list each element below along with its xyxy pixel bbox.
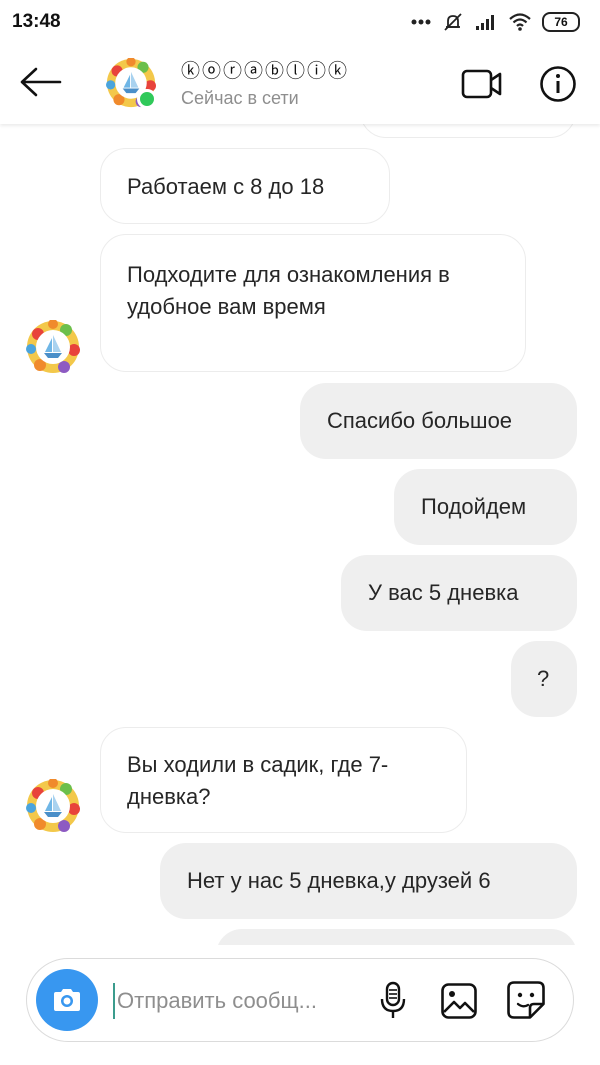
message-text: Подойдем — [421, 494, 527, 519]
back-arrow-icon — [20, 67, 62, 97]
battery-icon: 76 — [542, 12, 580, 32]
voice-message-button[interactable] — [373, 979, 413, 1023]
message-bubble-outgoing[interactable]: Спасибо большое — [300, 383, 577, 459]
message-bubble-outgoing[interactable]: Нет у нас 5 дневка,у друзей 6 — [160, 843, 577, 919]
contact-name[interactable]: ⓚⓞⓡⓐⓑⓛⓘⓚ — [181, 56, 349, 83]
gallery-button[interactable] — [437, 979, 481, 1023]
message-bubble-partial — [216, 929, 577, 945]
video-call-button[interactable] — [458, 64, 506, 104]
message-text: У вас 5 дневка — [368, 580, 519, 605]
message-bubble-outgoing[interactable]: Подойдем — [394, 469, 577, 545]
message-bubble-incoming[interactable]: Подходите для ознакомления в удобное вам… — [100, 234, 526, 372]
status-icons: 76 — [410, 11, 580, 33]
mute-bell-icon — [444, 13, 462, 31]
gallery-icon — [441, 983, 477, 1019]
status-bar: 13:48 76 — [0, 0, 600, 44]
sender-avatar[interactable] — [26, 779, 80, 833]
message-bubble-incoming[interactable]: Работаем с 8 до 18 — [100, 148, 390, 224]
message-text: Нет у нас 5 дневка,у друзей 6 — [187, 868, 491, 893]
message-text: Работаем с 8 до 18 — [127, 174, 325, 199]
status-time: 13:48 — [12, 11, 61, 32]
camera-icon — [54, 989, 80, 1011]
signal-icon — [476, 15, 494, 30]
message-bubble-incoming[interactable]: Вы ходили в садик, где 7-дневка? — [100, 727, 467, 833]
microphone-icon — [380, 981, 406, 1018]
camera-button[interactable] — [36, 969, 98, 1031]
message-composer — [26, 958, 574, 1042]
message-bubble-outgoing[interactable]: ? — [511, 641, 577, 717]
message-input[interactable] — [113, 983, 363, 1019]
sticker-icon — [507, 981, 545, 1019]
video-call-icon — [461, 69, 502, 99]
message-text: ? — [537, 666, 550, 691]
info-button[interactable] — [536, 62, 580, 106]
message-text: Спасибо большое — [327, 408, 513, 433]
contact-status: Сейчас в сети — [181, 88, 299, 108]
info-icon — [540, 66, 576, 102]
chat-header: ⓚⓞⓡⓐⓑⓛⓘⓚ Сейчас в сети — [0, 44, 600, 124]
message-text: Подходите для ознакомления в удобное вам… — [127, 262, 450, 319]
back-button[interactable] — [16, 62, 64, 102]
chat-thread: Работаем с 8 до 18 Подходите для ознаком… — [0, 0, 600, 945]
wifi-icon — [509, 13, 531, 31]
sticker-button[interactable] — [503, 977, 549, 1023]
sender-avatar[interactable] — [26, 320, 80, 374]
online-indicator — [137, 89, 157, 109]
more-dots-icon — [411, 19, 431, 25]
message-text: Вы ходили в садик, где 7-дневка? — [127, 752, 389, 809]
battery-level: 76 — [554, 15, 568, 29]
message-bubble-outgoing[interactable]: У вас 5 дневка — [341, 555, 577, 631]
